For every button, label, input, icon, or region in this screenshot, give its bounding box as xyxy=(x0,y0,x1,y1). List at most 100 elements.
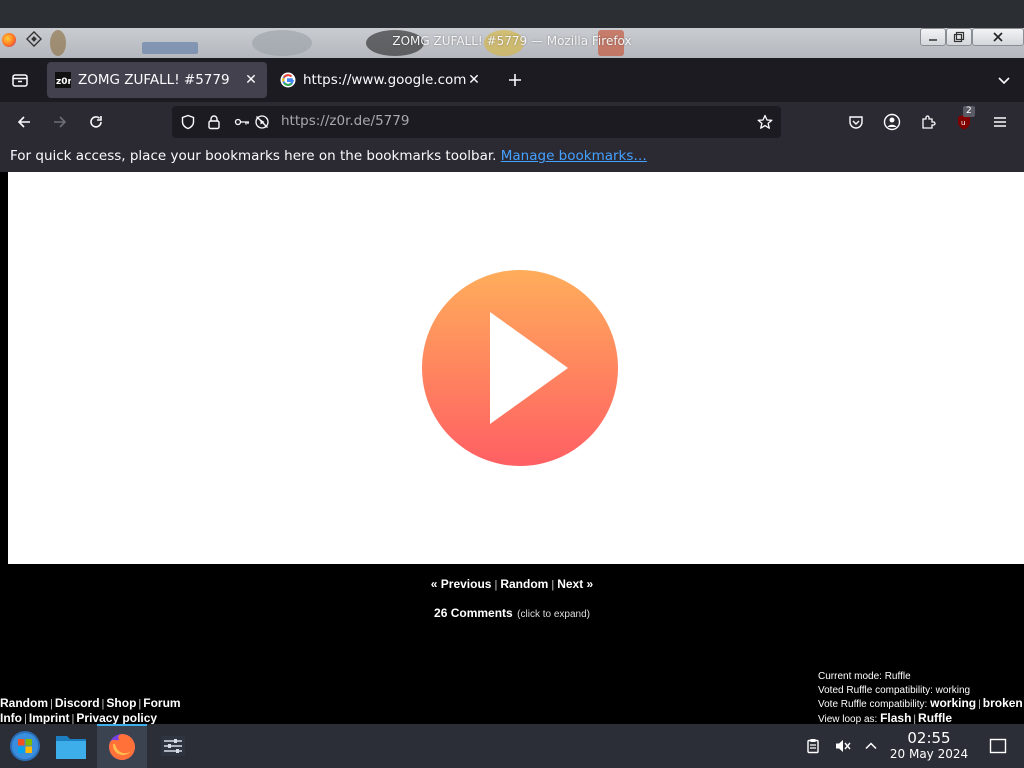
desktop-top-panel xyxy=(0,0,1024,28)
comments-hint: (click to expand) xyxy=(517,609,590,620)
clock-time: 02:55 xyxy=(907,729,951,747)
key-icon xyxy=(234,118,249,126)
voted-compatibility: Voted Ruffle compatibility: working xyxy=(818,684,971,696)
close-icon xyxy=(993,32,1003,42)
footer-random-link[interactable]: Random xyxy=(0,696,48,710)
tab-label: https://www.google.com/ xyxy=(303,72,466,88)
footer-forum-link[interactable]: Forum xyxy=(143,696,180,710)
window-titlebar[interactable]: ZOMG ZUFALL! #5779 — Mozilla Firefox xyxy=(0,28,1024,58)
window-title: ZOMG ZUFALL! #5779 — Mozilla Firefox xyxy=(392,34,632,48)
close-tab-button[interactable]: ✕ xyxy=(243,72,259,88)
forward-button[interactable] xyxy=(50,112,70,132)
tab-strip: z0r ZOMG ZUFALL! #5779 ✕ https://www.goo… xyxy=(0,58,1024,102)
hamburger-menu-icon xyxy=(994,117,1006,127)
shield-icon xyxy=(181,114,195,130)
tab-z0r[interactable]: z0r ZOMG ZUFALL! #5779 ✕ xyxy=(47,62,267,98)
app-menu-button[interactable] xyxy=(990,112,1010,132)
account-icon xyxy=(883,113,901,131)
vote-working-link[interactable]: working xyxy=(930,696,976,710)
sliders-icon xyxy=(161,736,185,756)
extensions-button[interactable] xyxy=(918,112,938,132)
autoplay-blocked-icon xyxy=(255,115,269,129)
pocket-button[interactable] xyxy=(846,112,866,132)
footer-shop-link[interactable]: Shop xyxy=(106,696,136,710)
maximize-button[interactable] xyxy=(946,28,972,46)
pocket-icon xyxy=(849,116,863,129)
ruffle-status: Current mode: Ruffle Voted Ruffle compat… xyxy=(818,671,1023,725)
close-window-button[interactable] xyxy=(972,28,1024,46)
play-button[interactable] xyxy=(422,270,618,466)
show-desktop-button[interactable] xyxy=(988,736,1008,756)
bookmarks-hint: For quick access, place your bookmarks h… xyxy=(10,148,497,164)
navigation-toolbar: https://z0r.de/5779 u 2 xyxy=(0,102,1024,142)
permissions-button[interactable] xyxy=(232,112,252,132)
autoplay-blocked-button[interactable] xyxy=(252,112,272,132)
account-button[interactable] xyxy=(882,112,902,132)
reload-icon xyxy=(90,116,102,128)
bookmark-page-button[interactable] xyxy=(755,112,775,132)
bookmarks-toolbar: For quick access, place your bookmarks h… xyxy=(0,142,1024,172)
taskbar-firefox[interactable] xyxy=(97,724,147,768)
loop-navigation: « Previous | Random | Next » xyxy=(430,577,594,591)
clipboard-tray-button[interactable] xyxy=(803,736,823,756)
firefox-view-icon xyxy=(12,74,28,87)
view-ruffle-link[interactable]: Ruffle xyxy=(918,711,952,725)
clock-date: 20 May 2024 xyxy=(889,747,969,761)
close-tab-button[interactable]: ✕ xyxy=(466,72,482,88)
volume-muted-icon xyxy=(836,740,851,752)
random-link[interactable]: Random xyxy=(500,577,548,591)
current-mode: Current mode: Ruffle xyxy=(818,671,911,682)
extension-badge: 2 xyxy=(963,106,975,117)
z0r-favicon-icon: z0r xyxy=(55,72,71,88)
back-button[interactable] xyxy=(14,112,34,132)
view-flash-link[interactable]: Flash xyxy=(880,711,911,725)
taskbar: 02:55 20 May 2024 xyxy=(0,724,1024,768)
footer-info-link[interactable]: Info xyxy=(0,711,22,725)
site-security-button[interactable] xyxy=(204,112,224,132)
puzzle-icon xyxy=(922,115,936,129)
firefox-icon xyxy=(109,734,135,760)
list-all-tabs-button[interactable] xyxy=(994,70,1014,90)
manage-bookmarks-link[interactable]: Manage bookmarks… xyxy=(501,148,647,164)
minimize-icon xyxy=(929,39,937,41)
flash-player[interactable] xyxy=(8,172,1024,564)
taskbar-file-manager[interactable] xyxy=(46,724,96,768)
clipboard-icon xyxy=(807,739,819,754)
url-bar[interactable]: https://z0r.de/5779 xyxy=(172,106,781,138)
plus-icon xyxy=(509,74,521,86)
google-favicon-icon xyxy=(280,72,296,88)
vote-label: Vote Ruffle compatibility: xyxy=(818,699,928,710)
new-tab-button[interactable] xyxy=(505,70,525,90)
footer-links: Random | Discord | Shop | Forum Info | Imprint | P… xyxy=(0,696,181,725)
star-icon xyxy=(757,114,773,129)
footer-privacy-link[interactable]: Privacy policy xyxy=(76,711,157,725)
restore-icon xyxy=(953,31,965,43)
comments-toggle[interactable]: 26 Comments (click to expand) xyxy=(0,604,1024,622)
footer-discord-link[interactable]: Discord xyxy=(55,696,100,710)
folder-icon xyxy=(56,736,86,759)
taskbar-settings[interactable] xyxy=(148,724,198,768)
tab-label: ZOMG ZUFALL! #5779 xyxy=(78,72,230,88)
comments-count: 26 Comments xyxy=(434,606,513,620)
clock[interactable]: 02:55 20 May 2024 xyxy=(884,730,974,762)
footer-imprint-link[interactable]: Imprint xyxy=(29,711,70,725)
vote-broken-link[interactable]: broken xyxy=(983,696,1023,710)
volume-tray-button[interactable] xyxy=(833,736,853,756)
tracking-protection-button[interactable] xyxy=(178,112,198,132)
arrow-right-icon xyxy=(54,116,67,128)
tab-google[interactable]: https://www.google.com/ ✕ xyxy=(272,62,490,98)
svg-text:u: u xyxy=(961,119,965,127)
previous-link[interactable]: « Previous xyxy=(431,577,492,591)
arrow-left-icon xyxy=(17,116,30,128)
system-tray-expand[interactable] xyxy=(861,736,881,756)
url-text[interactable]: https://z0r.de/5779 xyxy=(281,113,409,129)
ublock-button[interactable]: u 2 xyxy=(954,106,975,132)
reload-button[interactable] xyxy=(86,112,106,132)
lock-icon xyxy=(208,115,220,130)
minimize-button[interactable] xyxy=(920,28,946,46)
start-button[interactable] xyxy=(0,724,50,768)
play-icon xyxy=(490,312,568,424)
firefox-view-button[interactable] xyxy=(10,70,30,90)
next-link[interactable]: Next » xyxy=(557,577,593,591)
start-menu-icon xyxy=(10,731,40,761)
